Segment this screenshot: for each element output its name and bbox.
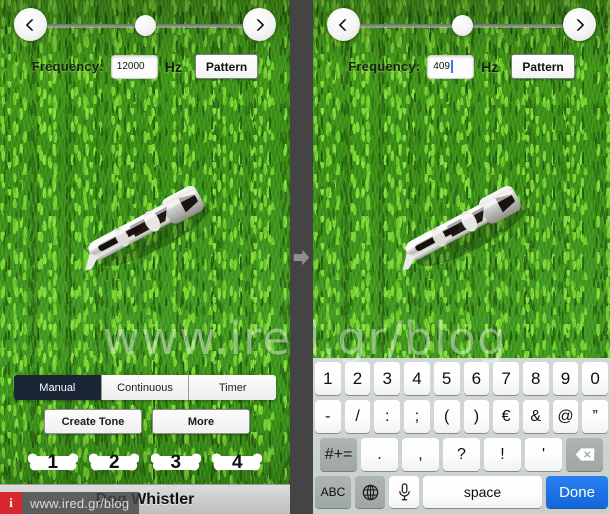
tab-timer[interactable]: Timer — [189, 375, 276, 400]
preset-bone-group: 1 2 3 4 — [22, 448, 268, 478]
action-button-group: Create Tone More — [44, 409, 250, 434]
key-quote[interactable]: ” — [582, 400, 609, 433]
key-0[interactable]: 0 — [582, 362, 609, 395]
key-at[interactable]: @ — [552, 400, 579, 433]
app-panel-right: Frequency: 409 Hz Pattern 1 2 3 4 5 6 7 … — [313, 0, 610, 514]
frequency-unit-right: Hz — [481, 58, 499, 75]
key-ampersand[interactable]: & — [522, 400, 549, 433]
preset-bone-label-4: 4 — [231, 452, 243, 473]
screenshot-root: Frequency: 12000 Hz Pattern Manual Conti… — [0, 0, 610, 514]
credit-url: www.ired.gr/blog — [22, 492, 140, 514]
dog-whistle-image — [401, 185, 528, 271]
preset-bone-label-1: 1 — [47, 452, 59, 473]
top-navigation-bar-right — [313, 0, 610, 46]
key-globe[interactable] — [355, 476, 385, 508]
key-paren-close[interactable]: ) — [463, 400, 490, 433]
microphone-icon — [398, 483, 410, 501]
preset-bone-label-3: 3 — [170, 452, 182, 473]
more-button[interactable]: More — [152, 409, 250, 434]
frequency-slider-knob-left[interactable] — [135, 15, 156, 36]
next-button-right[interactable] — [563, 8, 596, 41]
preset-bone-3[interactable]: 3 — [150, 449, 201, 477]
key-3[interactable]: 3 — [374, 362, 401, 395]
whistle-image-wrap-right — [313, 150, 610, 300]
credit-overlay: i www.ired.gr/blog — [0, 492, 140, 514]
key-6[interactable]: 6 — [463, 362, 490, 395]
panel-separator — [290, 0, 313, 514]
next-button-left[interactable] — [243, 8, 276, 41]
key-hyphen[interactable]: - — [314, 400, 341, 433]
frequency-value-right: 409 — [433, 61, 450, 72]
key-euro[interactable]: € — [493, 400, 519, 433]
top-navigation-bar-left — [0, 0, 290, 46]
key-period[interactable]: . — [361, 438, 398, 471]
chevron-left-icon — [25, 18, 34, 31]
preset-bone-4[interactable]: 4 — [212, 449, 263, 477]
key-2[interactable]: 2 — [344, 362, 371, 395]
key-slash[interactable]: / — [344, 400, 371, 433]
text-caret — [450, 60, 453, 73]
key-5[interactable]: 5 — [433, 362, 460, 395]
frequency-label-left: Frequency: — [31, 59, 104, 74]
key-paren-open[interactable]: ( — [433, 400, 460, 433]
chevron-right-icon — [256, 18, 265, 31]
frequency-unit-left: Hz — [164, 58, 182, 75]
key-space[interactable]: space — [423, 476, 542, 508]
key-backspace[interactable] — [566, 438, 603, 471]
key-question[interactable]: ? — [443, 438, 480, 471]
frequency-input-left[interactable]: 12000 — [110, 54, 158, 79]
keyboard-row-punctuation: #+= . , ? ! ' — [315, 438, 608, 471]
prev-button-left[interactable] — [14, 8, 47, 41]
whistle-image-wrap-left — [0, 150, 290, 300]
key-abc[interactable]: ABC — [315, 476, 351, 508]
key-apostrophe[interactable]: ' — [525, 438, 562, 471]
backspace-icon — [575, 448, 594, 461]
prev-button-right[interactable] — [327, 8, 360, 41]
globe-icon — [362, 484, 378, 500]
tab-continuous[interactable]: Continuous — [101, 375, 190, 400]
key-comma[interactable]: , — [402, 438, 439, 471]
tab-manual[interactable]: Manual — [14, 375, 102, 400]
chevron-left-icon — [338, 18, 347, 31]
keyboard-row-symbols: - / : ; ( ) € & @ ” — [314, 400, 609, 433]
key-4[interactable]: 4 — [404, 362, 430, 395]
key-semicolon[interactable]: ; — [404, 400, 430, 433]
preset-bone-1[interactable]: 1 — [27, 449, 78, 477]
frequency-row-right: Frequency: 409 Hz Pattern — [313, 54, 610, 79]
preset-bone-label-2: 2 — [108, 452, 120, 473]
keyboard-row-bottom: ABC space Done — [315, 476, 608, 508]
frequency-label-right: Frequency: — [348, 59, 421, 74]
keyboard-row-numbers: 1 2 3 4 5 6 7 8 9 0 — [314, 362, 609, 395]
chevron-right-icon — [576, 18, 585, 31]
key-1[interactable]: 1 — [314, 362, 341, 395]
key-symbol-switch[interactable]: #+= — [320, 438, 357, 471]
key-9[interactable]: 9 — [552, 362, 579, 395]
dog-whistle-image — [85, 185, 211, 271]
create-tone-button[interactable]: Create Tone — [44, 409, 142, 434]
frequency-slider-knob-right[interactable] — [452, 15, 473, 36]
preset-bone-2[interactable]: 2 — [89, 449, 140, 477]
key-done[interactable]: Done — [546, 476, 608, 508]
frequency-value-left: 12000 — [116, 61, 145, 72]
key-8[interactable]: 8 — [522, 362, 549, 395]
ired-logo-badge: i — [0, 492, 22, 514]
pattern-button-left[interactable]: Pattern — [194, 54, 259, 79]
key-exclamation[interactable]: ! — [484, 438, 521, 471]
key-7[interactable]: 7 — [493, 362, 519, 395]
arrow-right-icon — [293, 249, 310, 265]
ios-keyboard: 1 2 3 4 5 6 7 8 9 0 - / : ; ( ) € & @ ” … — [313, 358, 610, 514]
frequency-row-left: Frequency: 12000 Hz Pattern — [0, 54, 290, 79]
pattern-button-right[interactable]: Pattern — [511, 54, 575, 79]
frequency-input-right[interactable]: 409 — [427, 54, 475, 79]
app-panel-left: Frequency: 12000 Hz Pattern Manual Conti… — [0, 0, 290, 514]
key-colon[interactable]: : — [374, 400, 401, 433]
mode-tab-group: Manual Continuous Timer — [14, 375, 276, 400]
key-microphone[interactable] — [389, 476, 419, 508]
